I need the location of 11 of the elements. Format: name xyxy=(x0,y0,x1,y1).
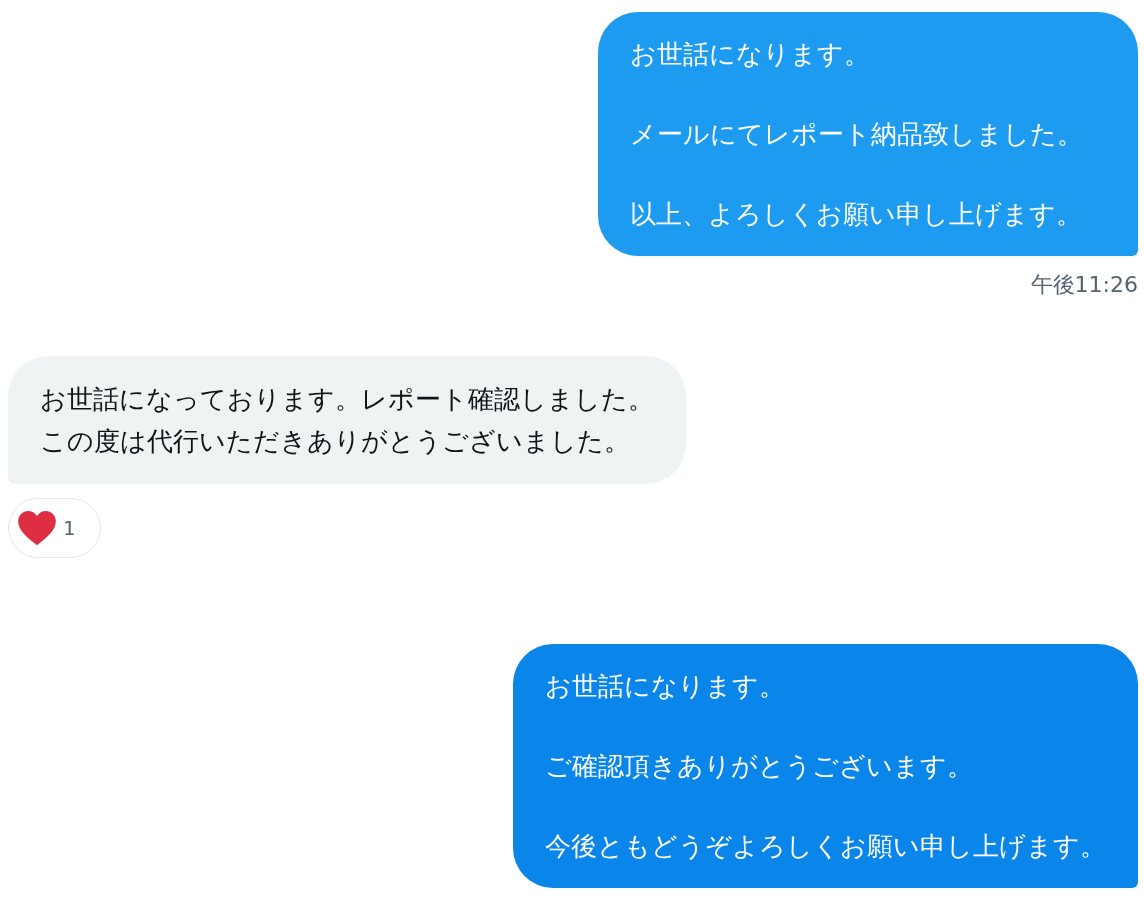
message-text: ご確認頂きありがとうございます。 xyxy=(545,750,974,783)
message-text: お世話になります。 xyxy=(630,38,871,71)
message-text: メールにてレポート納品致しました。 xyxy=(630,118,1084,151)
message-text: お世話になっております。レポート確認しました。 xyxy=(40,383,654,416)
timestamp: 午後11:26 xyxy=(1030,271,1138,299)
message-text: 今後ともどうぞよろしくお願い申し上げます。 xyxy=(545,830,1106,863)
message-text: この度は代行いただきありがとうございました。 xyxy=(40,425,631,458)
reaction-button[interactable]: 1 xyxy=(8,498,101,558)
message-text: お世話になります。 xyxy=(545,670,786,703)
heart-icon xyxy=(17,510,57,546)
message-text: 以上、よろしくお願い申し上げます。 xyxy=(630,198,1083,231)
